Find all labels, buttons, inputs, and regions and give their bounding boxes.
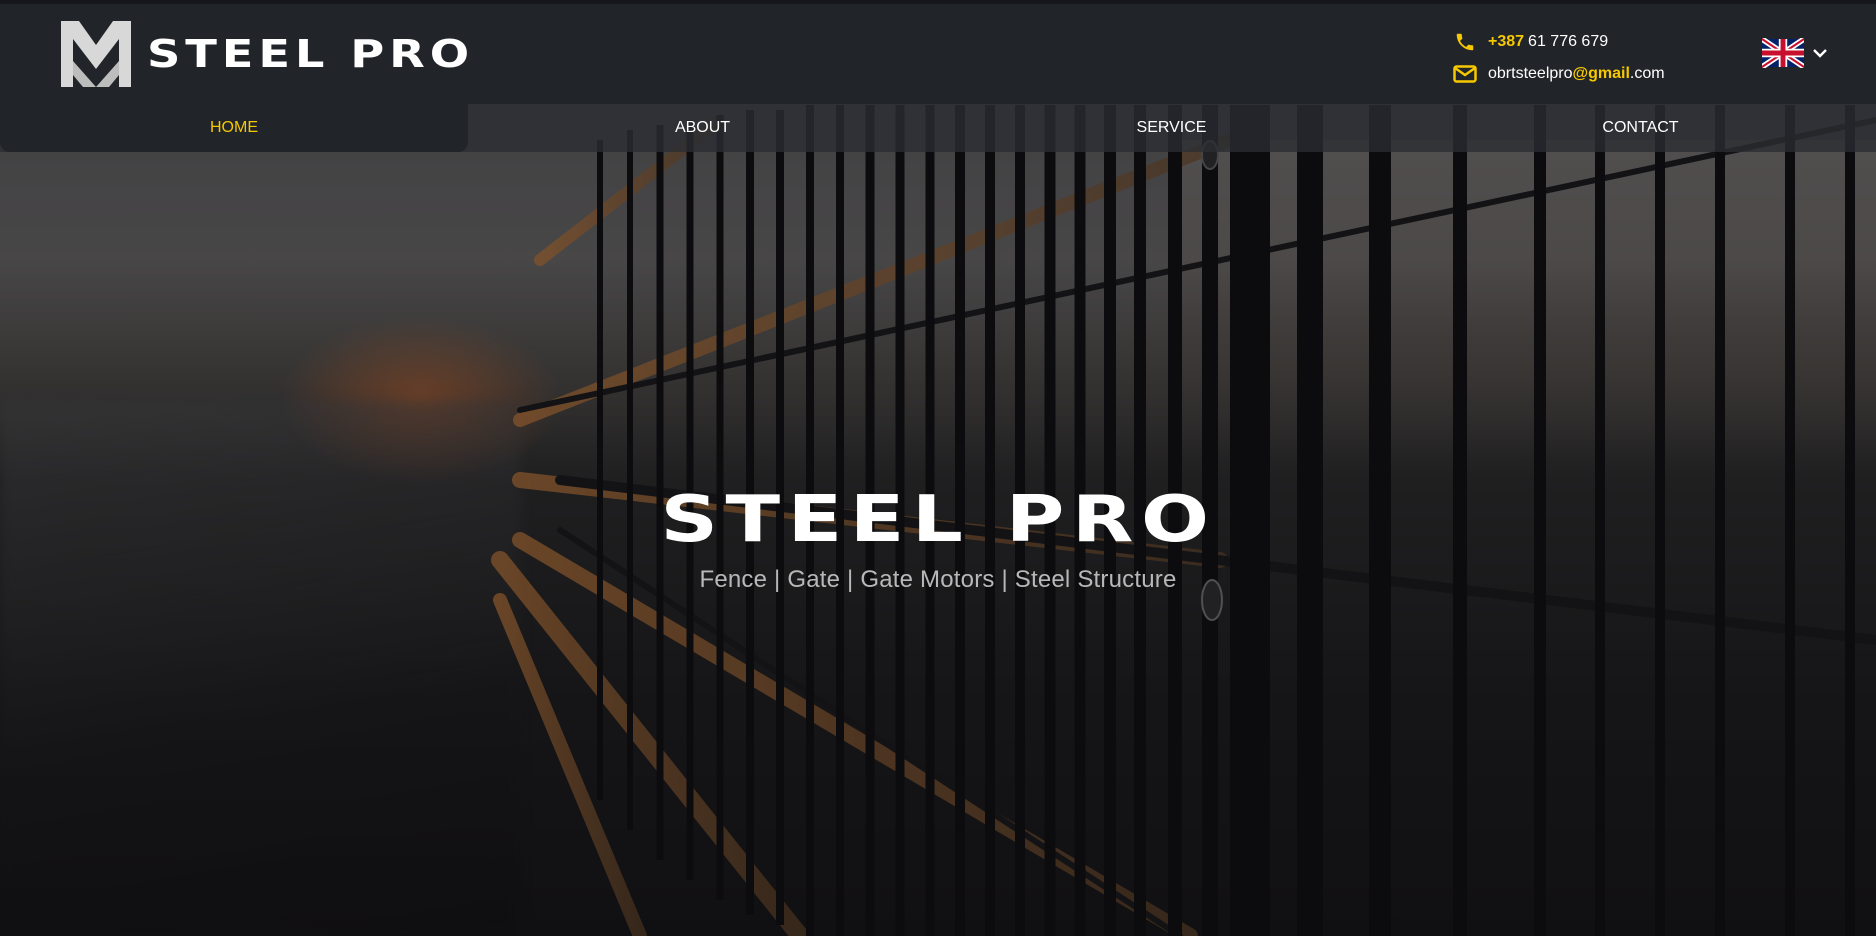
brand-logo-link[interactable]: STEEL PRO <box>61 21 469 87</box>
hero-title: STEEL PRO <box>659 483 1217 557</box>
nav-item-contact[interactable]: CONTACT <box>1406 104 1875 152</box>
nav-item-service[interactable]: SERVICE <box>937 104 1406 152</box>
phone-icon <box>1452 31 1478 53</box>
hero-subtitle: Fence | Gate | Gate Motors | Steel Struc… <box>699 566 1177 593</box>
uk-flag-icon <box>1762 38 1804 68</box>
phone-row[interactable]: +387 61 776 679 <box>1452 26 1665 58</box>
steel-pro-logo-icon <box>61 21 131 87</box>
nav-item-about[interactable]: ABOUT <box>468 104 937 152</box>
hero-text-block: STEEL PRO Fence | Gate | Gate Motors | S… <box>0 484 1876 594</box>
main-nav: HOME ABOUT SERVICE CONTACT <box>0 104 1876 152</box>
chevron-down-icon[interactable] <box>1812 47 1828 59</box>
contact-info: +387 61 776 679 obrtsteelpro @gmail .com <box>1452 26 1665 90</box>
email-user: obrtsteelpro <box>1488 65 1573 82</box>
nav-item-home[interactable]: HOME <box>0 104 468 152</box>
brand-name: STEEL PRO <box>147 32 475 76</box>
email-row[interactable]: obrtsteelpro @gmail .com <box>1452 58 1665 90</box>
phone-prefix: +387 <box>1488 33 1525 50</box>
email-tld: .com <box>1629 65 1665 82</box>
language-selector[interactable] <box>1762 38 1828 68</box>
phone-number: 61 776 679 <box>1528 33 1609 50</box>
email-domain: @gmail <box>1572 65 1630 82</box>
envelope-icon <box>1452 63 1478 85</box>
site-header: STEEL PRO +387 61 776 679 obrtsteelpro @g… <box>0 4 1876 104</box>
